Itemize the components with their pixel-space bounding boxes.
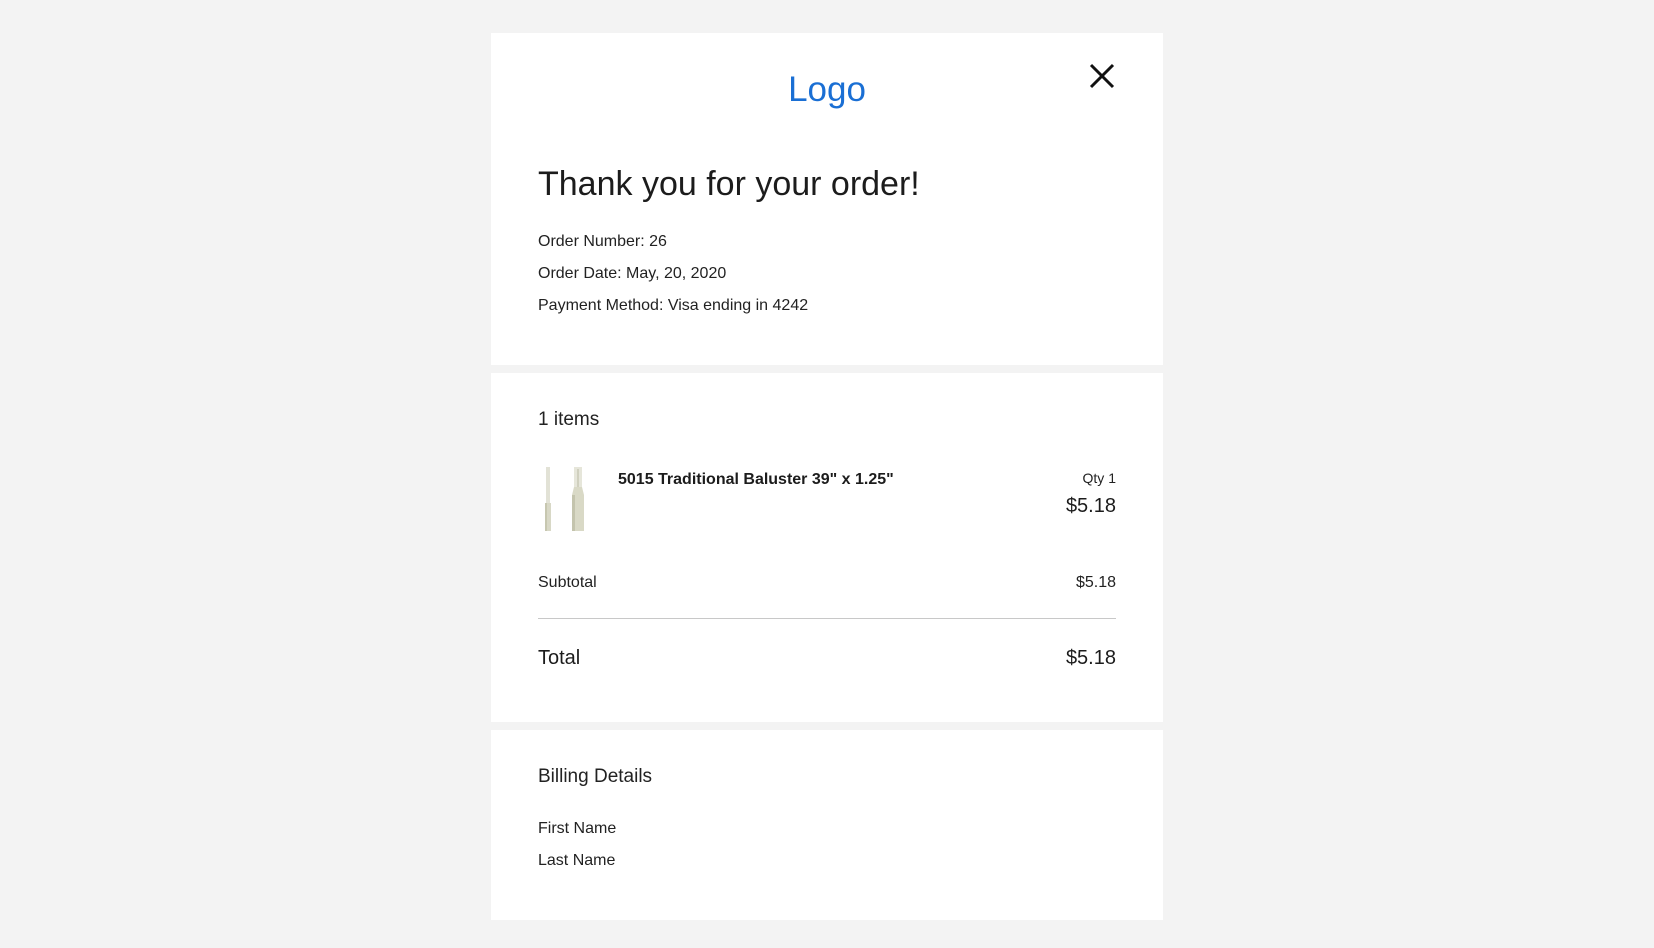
close-icon [1089,63,1115,89]
product-name[interactable]: 5015 Traditional Baluster 39" x 1.25" [618,470,894,489]
order-number: Order Number: 26 [538,233,667,250]
billing-title: Billing Details [538,766,653,787]
product-price: $5.18 [1065,495,1116,517]
billing-details-card: Billing Details First Name Last Name [491,730,1163,920]
subtotal-label: Subtotal [538,574,597,591]
divider [538,618,1116,619]
product-quantity: Qty 1 [1082,470,1116,486]
baluster-image-icon [538,465,598,533]
page-title: Thank you for your order! [538,165,920,203]
total-value: $5.18 [1065,647,1116,669]
billing-last-name: Last Name [538,852,616,869]
billing-first-name: First Name [538,820,617,837]
order-date: Order Date: May, 20, 2020 [538,265,727,282]
order-items-card: 1 items 5015 Traditional Baluster 39" x … [491,373,1163,722]
order-confirmation-card: Logo Thank you for your order! Order Num… [491,33,1163,365]
product-thumbnail[interactable] [538,465,598,533]
close-button[interactable] [1087,61,1117,91]
payment-method: Payment Method: Visa ending in 4242 [538,297,809,314]
total-label: Total [538,647,581,669]
subtotal-value: $5.18 [1075,574,1116,591]
items-count: 1 items [538,409,600,430]
logo[interactable]: Logo [491,69,1163,111]
page: Logo Thank you for your order! Order Num… [0,0,1654,948]
